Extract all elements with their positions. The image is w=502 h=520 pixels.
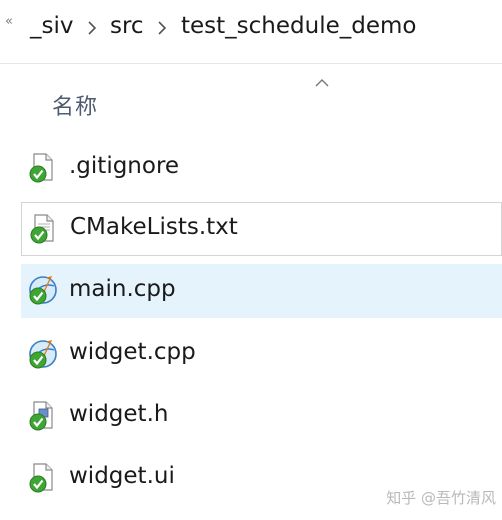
file-name: widget.ui bbox=[69, 463, 175, 489]
list-item[interactable]: widget.cpp bbox=[21, 327, 502, 381]
chevron-right-icon[interactable] bbox=[157, 18, 167, 38]
list-item[interactable]: CMakeLists.txt bbox=[21, 202, 502, 256]
breadcrumb: « _siv src test_schedule_demo bbox=[0, 0, 502, 58]
cpp-file-synced-icon bbox=[27, 274, 57, 306]
breadcrumb-item-siv[interactable]: _siv bbox=[30, 13, 73, 39]
breadcrumb-overflow-button[interactable]: « bbox=[5, 14, 13, 29]
name-column-header[interactable]: 名称 bbox=[52, 89, 98, 121]
file-name: .gitignore bbox=[69, 153, 180, 179]
toolbar-divider bbox=[0, 63, 502, 64]
list-item[interactable]: main.cpp bbox=[21, 264, 502, 318]
file-synced-icon bbox=[27, 462, 57, 494]
watermark: 知乎 @吾竹清风 bbox=[386, 489, 496, 507]
file-name: widget.cpp bbox=[69, 339, 196, 365]
file-name: CMakeLists.txt bbox=[70, 214, 238, 240]
breadcrumb-item-src[interactable]: src bbox=[110, 13, 144, 39]
chevron-up-icon bbox=[314, 73, 330, 87]
file-name: widget.h bbox=[69, 401, 169, 427]
file-synced-icon bbox=[27, 152, 57, 184]
file-name: main.cpp bbox=[69, 276, 176, 302]
list-item[interactable]: widget.h bbox=[21, 389, 502, 443]
header-file-synced-icon bbox=[27, 400, 57, 432]
cpp-file-synced-icon bbox=[27, 338, 57, 370]
chevron-right-icon[interactable] bbox=[87, 18, 97, 38]
list-item[interactable]: .gitignore bbox=[21, 141, 502, 195]
breadcrumb-item-current-folder[interactable]: test_schedule_demo bbox=[181, 13, 416, 39]
text-file-synced-icon bbox=[28, 213, 58, 245]
